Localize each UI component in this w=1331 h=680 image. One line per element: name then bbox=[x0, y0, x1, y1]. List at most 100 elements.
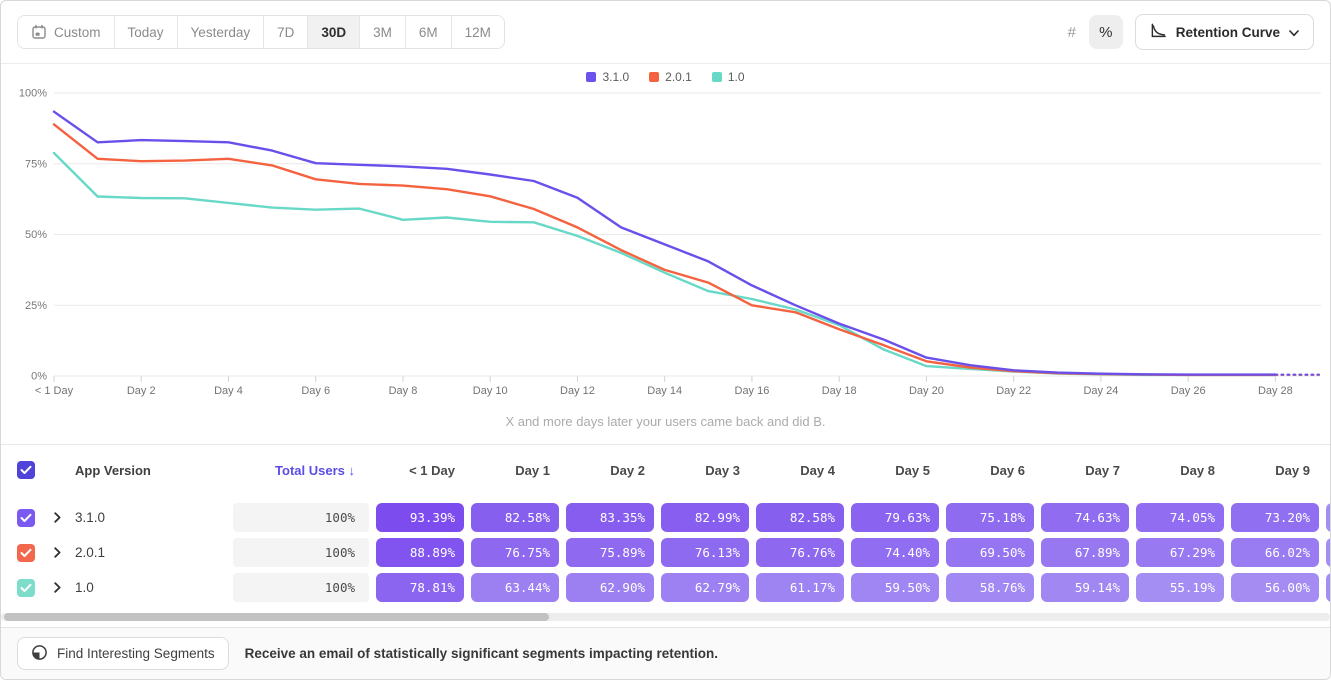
retention-cells: 93.39%82.58%83.35%82.99%82.58%79.63%75.1… bbox=[376, 503, 1330, 532]
svg-text:Day 14: Day 14 bbox=[647, 385, 682, 397]
row-checkbox[interactable] bbox=[17, 544, 35, 562]
segments-pie-icon bbox=[31, 644, 48, 664]
percent-format-button[interactable]: % bbox=[1089, 15, 1123, 49]
horizontal-scrollbar-thumb[interactable] bbox=[4, 613, 549, 621]
svg-text:Day 28: Day 28 bbox=[1258, 385, 1293, 397]
svg-text:Day 6: Day 6 bbox=[301, 385, 330, 397]
svg-text:Day 18: Day 18 bbox=[822, 385, 857, 397]
day-header-cells: < 1 Day Day 1 Day 2 Day 3 Day 4 Day 5 Day 6 Day… bbox=[376, 463, 1319, 478]
date-range-7d[interactable]: 7D bbox=[264, 16, 308, 48]
retention-value-cell-clipped[interactable] bbox=[1326, 538, 1330, 567]
chart-section: 3.1.02.0.11.0 0%25%50%75%100%< 1 DayDay … bbox=[1, 64, 1330, 444]
table-row-3.1.0: 3.1.0100%93.39%82.58%83.35%82.99%82.58%7… bbox=[1, 503, 1330, 532]
retention-value-cell[interactable]: 73.20% bbox=[1231, 503, 1319, 532]
day-column-header[interactable]: Day 9 bbox=[1231, 463, 1319, 478]
day-column-header[interactable]: Day 8 bbox=[1136, 463, 1224, 478]
retention-value-cell[interactable]: 62.79% bbox=[661, 573, 749, 602]
retention-value-cell[interactable]: 75.18% bbox=[946, 503, 1034, 532]
retention-value-cell[interactable]: 75.89% bbox=[566, 538, 654, 567]
day-column-header[interactable]: < 1 Day bbox=[376, 463, 464, 478]
svg-text:Day 16: Day 16 bbox=[735, 385, 770, 397]
retention-value-cell[interactable]: 63.44% bbox=[471, 573, 559, 602]
retention-value-cell-clipped[interactable] bbox=[1326, 503, 1330, 532]
retention-value-cell[interactable]: 67.89% bbox=[1041, 538, 1129, 567]
select-all-checkbox[interactable] bbox=[17, 461, 35, 479]
retention-value-cell[interactable]: 67.29% bbox=[1136, 538, 1224, 567]
table-rows: 3.1.0100%93.39%82.58%83.35%82.99%82.58%7… bbox=[1, 493, 1330, 602]
total-users-sort-header[interactable]: Total Users ↓ bbox=[233, 463, 369, 478]
date-range-30d[interactable]: 30D bbox=[308, 16, 360, 48]
retention-value-cell-clipped[interactable] bbox=[1326, 573, 1330, 602]
expand-chevron-icon[interactable] bbox=[49, 582, 65, 593]
retention-value-cell[interactable]: 82.58% bbox=[756, 503, 844, 532]
row-checkbox[interactable] bbox=[17, 509, 35, 527]
retention-value-cell[interactable]: 56.00% bbox=[1231, 573, 1319, 602]
retention-value-cell[interactable]: 59.14% bbox=[1041, 573, 1129, 602]
retention-value-cell[interactable]: 82.58% bbox=[471, 503, 559, 532]
date-range-today[interactable]: Today bbox=[115, 16, 178, 48]
retention-value-cell[interactable]: 82.99% bbox=[661, 503, 749, 532]
retention-value-cell[interactable]: 74.40% bbox=[851, 538, 939, 567]
retention-value-cell[interactable]: 79.63% bbox=[851, 503, 939, 532]
segments-button-label: Find Interesting Segments bbox=[57, 646, 215, 661]
date-range-6m[interactable]: 6M bbox=[406, 16, 452, 48]
retention-value-cell[interactable]: 88.89% bbox=[376, 538, 464, 567]
svg-text:75%: 75% bbox=[25, 158, 47, 170]
date-range-12m[interactable]: 12M bbox=[452, 16, 504, 48]
retention-value-cell[interactable]: 76.75% bbox=[471, 538, 559, 567]
svg-text:Day 26: Day 26 bbox=[1171, 385, 1206, 397]
retention-value-cell[interactable]: 74.05% bbox=[1136, 503, 1224, 532]
date-range-custom[interactable]: Custom bbox=[18, 16, 115, 48]
retention-line-chart: 0%25%50%75%100%< 1 DayDay 2Day 4Day 6Day… bbox=[1, 64, 1331, 400]
retention-value-cell[interactable]: 55.19% bbox=[1136, 573, 1224, 602]
chart-type-label: Retention Curve bbox=[1176, 25, 1280, 40]
date-range-3m[interactable]: 3M bbox=[360, 16, 406, 48]
absolute-format-button[interactable]: # bbox=[1055, 15, 1089, 49]
horizontal-scrollbar-track[interactable] bbox=[1, 613, 1330, 621]
total-users-cell: 100% bbox=[233, 538, 369, 567]
retention-report-panel: CustomTodayYesterday7D30D3M6M12M #% Rete… bbox=[0, 0, 1331, 680]
day-column-header[interactable]: Day 2 bbox=[566, 463, 654, 478]
app-version-label: 2.0.1 bbox=[75, 545, 233, 560]
retention-value-cell[interactable]: 69.50% bbox=[946, 538, 1034, 567]
day-column-header[interactable]: Day 1 bbox=[471, 463, 559, 478]
retention-value-cell[interactable]: 76.76% bbox=[756, 538, 844, 567]
svg-text:25%: 25% bbox=[25, 300, 47, 312]
total-users-cell: 100% bbox=[233, 503, 369, 532]
toolbar: CustomTodayYesterday7D30D3M6M12M #% Rete… bbox=[1, 1, 1330, 64]
chart-type-dropdown[interactable]: Retention Curve bbox=[1135, 14, 1314, 50]
app-version-label: 1.0 bbox=[75, 580, 233, 595]
calendar-icon bbox=[31, 24, 47, 40]
day-column-header[interactable]: Day 4 bbox=[756, 463, 844, 478]
table-row-1.0: 1.0100%78.81%63.44%62.90%62.79%61.17%59.… bbox=[1, 573, 1330, 602]
table-row-2.0.1: 2.0.1100%88.89%76.75%75.89%76.13%76.76%7… bbox=[1, 538, 1330, 567]
svg-text:100%: 100% bbox=[19, 88, 47, 100]
day-column-header[interactable]: Day 3 bbox=[661, 463, 749, 478]
svg-text:Day 4: Day 4 bbox=[214, 385, 243, 397]
svg-text:< 1 Day: < 1 Day bbox=[35, 385, 74, 397]
retention-value-cell[interactable]: 83.35% bbox=[566, 503, 654, 532]
retention-value-cell[interactable]: 93.39% bbox=[376, 503, 464, 532]
retention-value-cell[interactable]: 76.13% bbox=[661, 538, 749, 567]
retention-value-cell[interactable]: 58.76% bbox=[946, 573, 1034, 602]
date-range-yesterday[interactable]: Yesterday bbox=[178, 16, 265, 48]
retention-value-cell[interactable]: 74.63% bbox=[1041, 503, 1129, 532]
day-column-header[interactable]: Day 6 bbox=[946, 463, 1034, 478]
expand-chevron-icon[interactable] bbox=[49, 512, 65, 523]
chart-caption: X and more days later your users came ba… bbox=[1, 414, 1330, 429]
retention-value-cell[interactable]: 61.17% bbox=[756, 573, 844, 602]
retention-cells: 88.89%76.75%75.89%76.13%76.76%74.40%69.5… bbox=[376, 538, 1330, 567]
day-column-header[interactable]: Day 5 bbox=[851, 463, 939, 478]
retention-value-cell[interactable]: 62.90% bbox=[566, 573, 654, 602]
expand-chevron-icon[interactable] bbox=[49, 547, 65, 558]
retention-value-cell[interactable]: 59.50% bbox=[851, 573, 939, 602]
retention-curve-icon bbox=[1150, 22, 1167, 42]
find-interesting-segments-button[interactable]: Find Interesting Segments bbox=[17, 637, 229, 670]
svg-text:Day 22: Day 22 bbox=[996, 385, 1031, 397]
value-format-toggle: #% bbox=[1055, 15, 1123, 49]
day-column-header[interactable]: Day 7 bbox=[1041, 463, 1129, 478]
row-checkbox[interactable] bbox=[17, 579, 35, 597]
retention-value-cell[interactable]: 78.81% bbox=[376, 573, 464, 602]
toolbar-right: #% Retention Curve bbox=[1055, 14, 1314, 50]
retention-value-cell[interactable]: 66.02% bbox=[1231, 538, 1319, 567]
